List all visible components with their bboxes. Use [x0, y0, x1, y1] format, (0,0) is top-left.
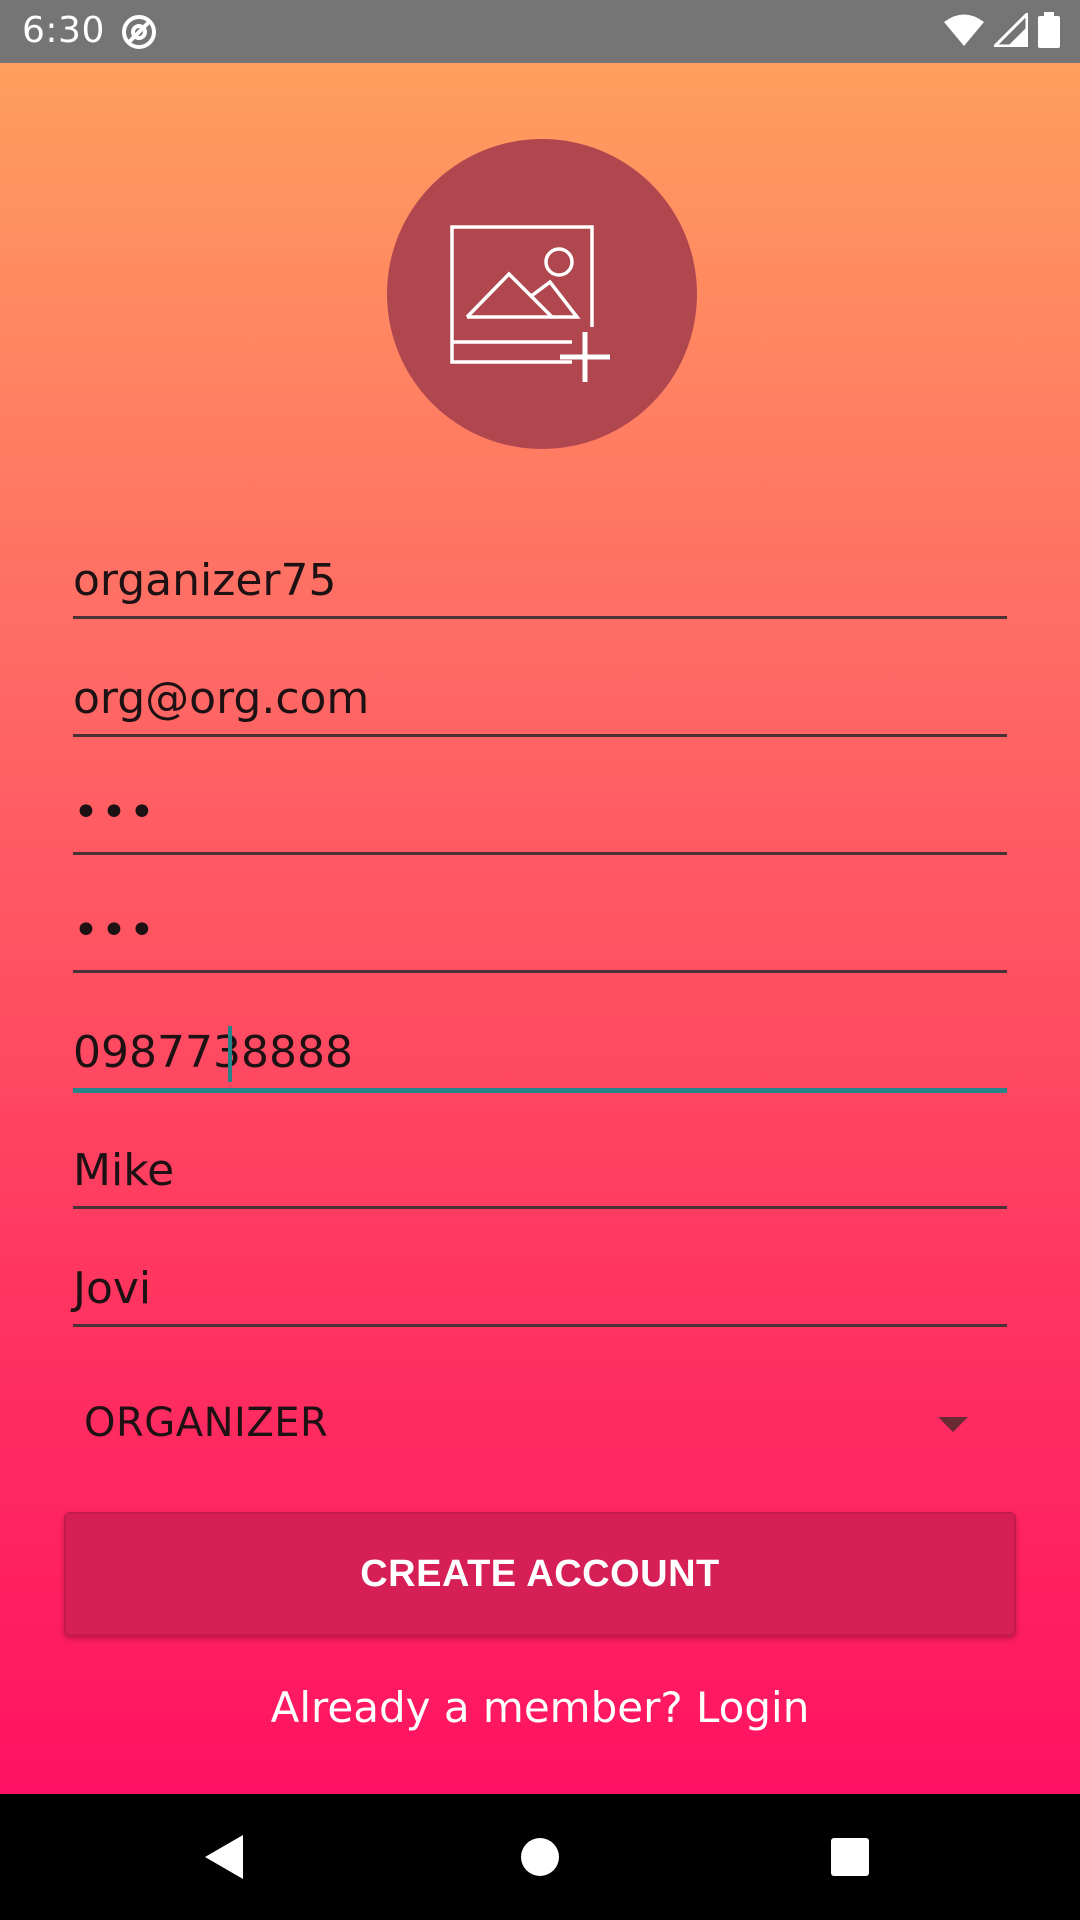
role-dropdown[interactable]: ORGANIZER — [84, 1380, 984, 1466]
first-name-value: Mike — [73, 1145, 175, 1196]
signup-screen: organizer75 org@org.com ••• ••• 09877388… — [0, 63, 1080, 1794]
last-name-field[interactable]: Jovi — [73, 1251, 1007, 1327]
signal-icon — [991, 10, 1029, 51]
email-value: org@org.com — [73, 673, 370, 724]
battery-icon — [1038, 12, 1060, 52]
username-field[interactable]: organizer75 — [73, 543, 1007, 619]
password-value: ••• — [73, 787, 157, 838]
text-cursor — [228, 1026, 232, 1082]
confirm-password-field[interactable]: ••• — [73, 897, 1007, 973]
phone-value: 0987738888 — [73, 1027, 353, 1078]
create-account-label: CREATE ACCOUNT — [360, 1552, 720, 1595]
login-link[interactable]: Already a member? Login — [0, 1683, 1080, 1732]
add-photo-icon — [442, 192, 642, 396]
avatar-picker[interactable] — [387, 139, 697, 449]
first-name-field[interactable]: Mike — [73, 1133, 1007, 1209]
wifi-icon — [944, 13, 984, 51]
confirm-password-value: ••• — [73, 905, 157, 956]
home-icon[interactable] — [470, 1794, 610, 1920]
navigation-bar — [0, 1794, 1080, 1920]
dropdown-arrow-icon — [938, 1417, 968, 1432]
email-field[interactable]: org@org.com — [73, 661, 1007, 737]
role-selected-value: ORGANIZER — [84, 1400, 329, 1446]
phone-field[interactable]: 0987738888 — [73, 1017, 1007, 1093]
at-sign-icon — [120, 13, 158, 51]
status-time: 6:30 — [22, 10, 105, 51]
back-icon[interactable] — [155, 1794, 295, 1920]
status-icons — [944, 10, 1060, 52]
create-account-button[interactable]: CREATE ACCOUNT — [64, 1512, 1016, 1636]
recents-icon[interactable] — [780, 1794, 920, 1920]
status-bar: 6:30 — [0, 0, 1080, 63]
last-name-value: Jovi — [73, 1263, 152, 1314]
username-value: organizer75 — [73, 555, 337, 606]
password-field[interactable]: ••• — [73, 779, 1007, 855]
